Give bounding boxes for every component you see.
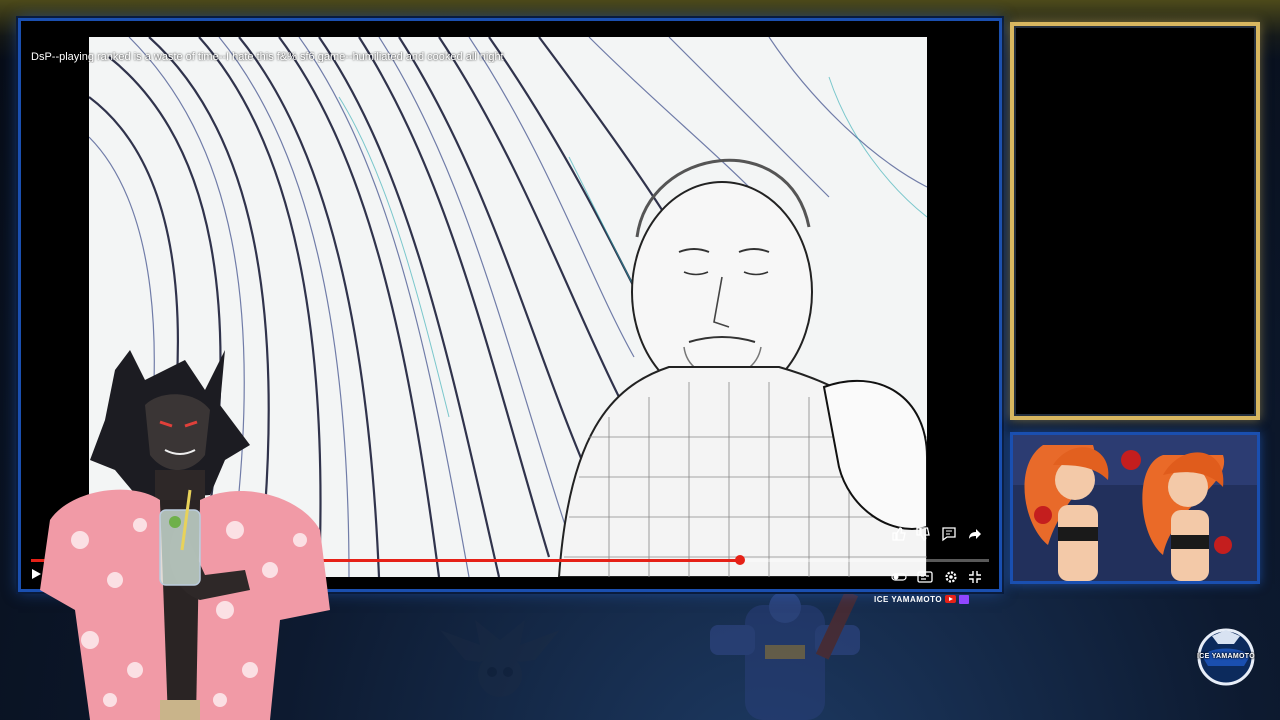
channel-tag: ICE YAMAMOTO: [874, 593, 970, 605]
dislike-icon[interactable]: [915, 526, 931, 542]
video-title: DsP--playing ranked is a waste of time--…: [31, 51, 504, 63]
captions-icon[interactable]: [917, 569, 933, 585]
channel-logo: ICE YAMAMOTO: [1188, 626, 1264, 688]
comment-icon[interactable]: [941, 526, 957, 542]
anime-clip-frame: [1010, 432, 1260, 584]
webcam-feed: [1020, 32, 1250, 410]
skull-emblem-icon: [440, 620, 560, 697]
vtuber-avatar: [40, 350, 330, 720]
like-icon[interactable]: [891, 526, 907, 542]
channel-name: ICE YAMAMOTO: [874, 594, 943, 604]
youtube-icon: [945, 595, 957, 603]
autoplay-icon[interactable]: [891, 569, 907, 585]
webcam-frame: [1010, 22, 1260, 420]
armored-figure-art: [710, 590, 860, 720]
share-icon[interactable]: [967, 526, 983, 542]
twitch-icon: [959, 594, 970, 604]
fullscreen-exit-icon[interactable]: [967, 569, 983, 585]
progress-scrubber[interactable]: [734, 555, 745, 565]
anime-clip-art: [1013, 435, 1257, 581]
logo-text: ICE YAMAMOTO: [1197, 653, 1255, 660]
settings-icon[interactable]: [943, 569, 959, 585]
